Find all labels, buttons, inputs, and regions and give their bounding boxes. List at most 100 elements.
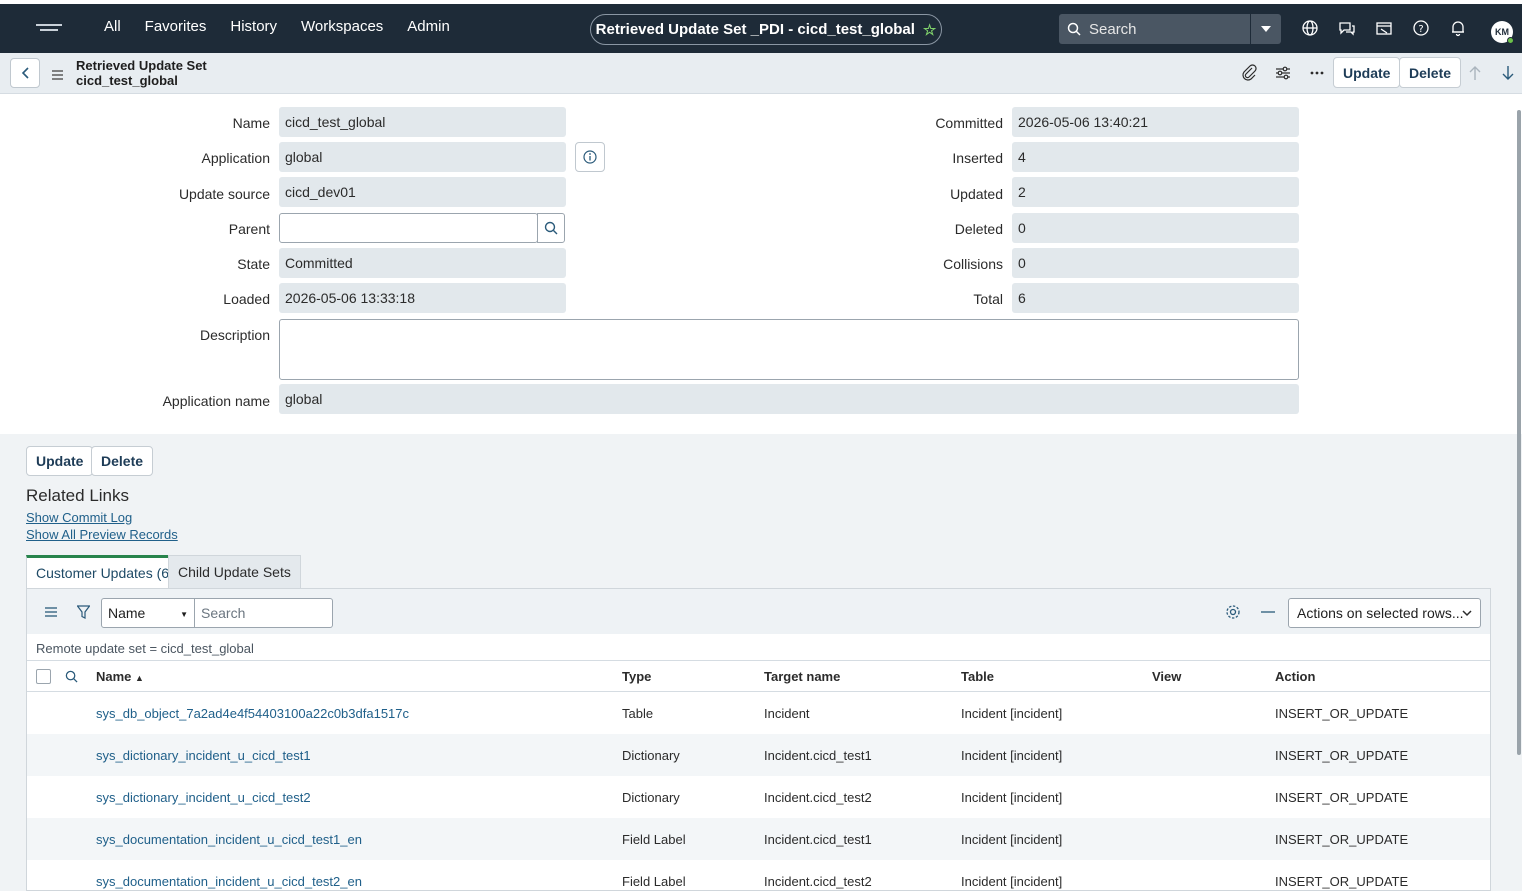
filter-icon[interactable] <box>77 605 90 619</box>
column-header-table[interactable]: Table <box>961 669 994 684</box>
nav-favorites[interactable]: Favorites <box>145 18 207 35</box>
parent-label: Parent <box>228 221 270 237</box>
column-header-target-name[interactable]: Target name <box>764 669 840 684</box>
avatar[interactable]: KM <box>1491 21 1514 44</box>
table-row: sys_documentation_incident_u_cicd_test2_… <box>27 860 1490 891</box>
context-title-pill[interactable]: Retrieved Update Set _PDI - cicd_test_gl… <box>590 14 942 45</box>
row-target-name: Incident <box>764 706 810 721</box>
search-icon[interactable] <box>65 670 78 683</box>
gear-icon[interactable] <box>1225 604 1241 620</box>
tab-child-update-sets[interactable]: Child Update Sets <box>168 555 301 588</box>
global-search-input[interactable]: Search <box>1089 21 1250 38</box>
row-table: Incident [incident] <box>961 706 1063 721</box>
header-delete-button[interactable]: Delete <box>1399 57 1462 88</box>
row-type: Field Label <box>622 874 686 889</box>
inserted-label: Inserted <box>952 150 1003 166</box>
parent-lookup-button[interactable] <box>537 213 565 243</box>
row-table: Incident [incident] <box>961 832 1063 847</box>
personalize-sliders-icon[interactable] <box>1274 64 1292 82</box>
row-name-link[interactable]: sys_documentation_incident_u_cicd_test1_… <box>96 832 362 847</box>
committed-label: Committed <box>935 115 1003 131</box>
description-label: Description <box>199 327 270 343</box>
nav-all[interactable]: All <box>104 18 121 35</box>
deleted-field: 0 <box>1012 213 1299 243</box>
search-dropdown-button[interactable] <box>1250 14 1281 44</box>
description-textarea[interactable] <box>279 319 1299 380</box>
caret-down-icon: ▼ <box>180 610 188 619</box>
update-button[interactable]: Update <box>26 446 94 476</box>
list-context-menu-icon[interactable] <box>45 607 57 617</box>
actions-on-selected-rows-select[interactable]: Actions on selected rows... <box>1288 598 1481 628</box>
form-header: Retrieved Update Set cicd_test_global Up… <box>0 53 1522 94</box>
search-icon <box>544 221 558 235</box>
show-all-preview-records-link[interactable]: Show All Preview Records <box>26 527 178 542</box>
row-name-link[interactable]: sys_dictionary_incident_u_cicd_test2 <box>96 790 311 805</box>
row-target-name: Incident.cicd_test1 <box>764 748 872 763</box>
tab-customer-updates[interactable]: Customer Updates (6) <box>26 555 184 588</box>
column-header-action[interactable]: Action <box>1275 669 1315 684</box>
list-toolbar: Name ▼ Search Actions on selected rows... <box>27 589 1490 634</box>
help-icon[interactable]: ? <box>1411 18 1431 38</box>
row-action: INSERT_OR_UPDATE <box>1275 748 1409 763</box>
chevron-down-icon <box>1462 610 1472 617</box>
nav-menu: All Favorites History Workspaces Admin <box>104 18 450 35</box>
more-options-icon[interactable] <box>1308 64 1326 82</box>
name-label: Name <box>232 115 270 131</box>
svg-text:?: ? <box>1418 24 1423 35</box>
column-header-type[interactable]: Type <box>622 669 651 684</box>
deleted-label: Deleted <box>954 221 1003 237</box>
state-field: Committed <box>279 248 566 278</box>
delete-button[interactable]: Delete <box>91 446 154 476</box>
previous-record-arrow-icon[interactable] <box>1467 64 1483 82</box>
paperclip-icon[interactable] <box>1240 64 1258 82</box>
info-icon <box>583 150 597 164</box>
row-type: Field Label <box>622 832 686 847</box>
bell-icon[interactable] <box>1448 18 1468 38</box>
application-name-label: Application name <box>162 393 270 409</box>
updated-field: 2 <box>1012 177 1299 207</box>
top-navigation: All Favorites History Workspaces Admin R… <box>0 4 1522 53</box>
table-row: sys_db_object_7a2ad4e4f54403100a22c0b3df… <box>27 692 1490 734</box>
column-header-view[interactable]: View <box>1152 669 1181 684</box>
chat-icon[interactable] <box>1337 18 1357 38</box>
update-source-label: Update source <box>178 186 270 202</box>
row-name-link[interactable]: sys_documentation_incident_u_cicd_test2_… <box>96 874 362 889</box>
presence-indicator <box>1507 37 1514 44</box>
row-action: INSERT_OR_UPDATE <box>1275 790 1409 805</box>
table-row: sys_dictionary_incident_u_cicd_test2 Dic… <box>27 776 1490 818</box>
list-search-input[interactable]: Search <box>195 598 333 628</box>
row-type: Dictionary <box>622 790 680 805</box>
parent-input[interactable] <box>279 213 538 243</box>
servicenow-logo[interactable] <box>36 24 62 32</box>
name-field: cicd_test_global <box>279 107 566 137</box>
show-commit-log-link[interactable]: Show Commit Log <box>26 510 132 525</box>
application-label: Application <box>201 150 271 166</box>
header-update-button[interactable]: Update <box>1333 57 1401 88</box>
globe-icon[interactable] <box>1300 18 1320 38</box>
page-scrollbar[interactable] <box>1517 110 1521 755</box>
row-table: Incident [incident] <box>961 790 1063 805</box>
row-name-link[interactable]: sys_dictionary_incident_u_cicd_test1 <box>96 748 311 763</box>
next-record-arrow-icon[interactable] <box>1500 64 1516 82</box>
application-info-button[interactable] <box>575 142 605 172</box>
customer-updates-list: Name ▼ Search Actions on selected rows...… <box>26 588 1491 891</box>
nav-admin[interactable]: Admin <box>407 18 450 35</box>
sort-ascending-icon: ▲ <box>135 673 144 683</box>
row-name-link[interactable]: sys_db_object_7a2ad4e4f54403100a22c0b3df… <box>96 706 409 721</box>
form-context-menu-icon[interactable] <box>52 67 63 83</box>
nav-history[interactable]: History <box>230 18 277 35</box>
global-search[interactable]: Search <box>1059 14 1281 44</box>
row-action: INSERT_OR_UPDATE <box>1275 832 1409 847</box>
search-field-select[interactable]: Name ▼ <box>101 598 195 628</box>
star-icon[interactable]: ☆ <box>923 21 936 39</box>
actions-select-value: Actions on selected rows... <box>1297 605 1464 621</box>
collapse-icon[interactable] <box>1261 611 1275 613</box>
back-button[interactable] <box>10 58 40 88</box>
select-all-checkbox[interactable] <box>36 669 51 684</box>
collisions-field: 0 <box>1012 248 1299 278</box>
column-header-name[interactable]: Name ▲ <box>96 669 144 684</box>
nav-workspaces[interactable]: Workspaces <box>301 18 383 35</box>
inbox-icon[interactable] <box>1374 18 1394 38</box>
list-breadcrumb[interactable]: Remote update set = cicd_test_global <box>36 641 254 656</box>
committed-field: 2026-05-06 13:40:21 <box>1012 107 1299 137</box>
